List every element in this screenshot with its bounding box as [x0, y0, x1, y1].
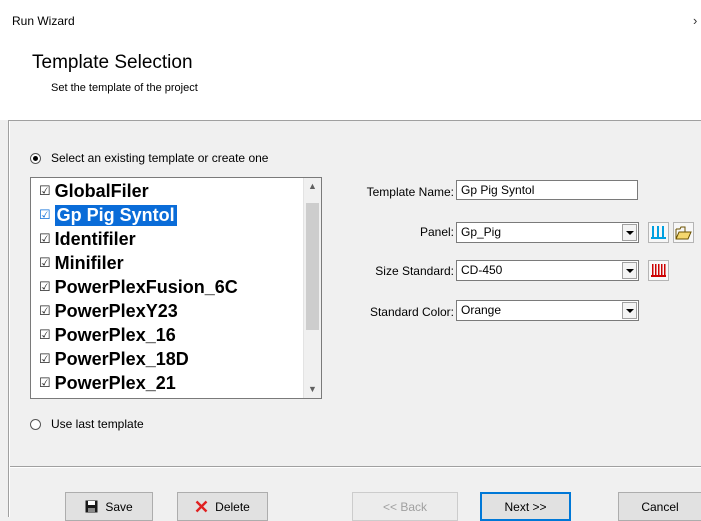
radio-last-template[interactable]: Use last template	[30, 417, 144, 431]
header-divider	[8, 120, 701, 121]
template-list[interactable]: ☑ GlobalFiler ☑ Gp Pig Syntol ☑ Identifiler ☑ M…	[30, 177, 322, 399]
template-list-item-label: PowerPlex_18D	[54, 348, 189, 369]
radio-existing-template[interactable]: Select an existing template or create on…	[30, 151, 268, 165]
checkbox-icon[interactable]: ☑	[39, 327, 51, 343]
save-button-label: Save	[105, 499, 133, 514]
template-list-item-label: PowerPlexY23	[54, 300, 178, 321]
template-list-item[interactable]: ☑ PowerPlexY23	[31, 299, 303, 323]
size-standard-select[interactable]: CD-450	[456, 260, 639, 281]
checkbox-icon[interactable]: ☑	[39, 375, 51, 391]
template-list-item-label: GlobalFiler	[54, 180, 149, 201]
chevron-down-icon[interactable]	[622, 262, 637, 279]
page-title: Template Selection	[32, 52, 193, 73]
template-list-item-label: PowerPlex_21	[54, 372, 176, 393]
open-folder-icon	[675, 226, 692, 239]
template-list-item[interactable]: ☑ PowerPlexFusion_6C	[31, 275, 303, 299]
delete-button-label: Delete	[215, 499, 250, 514]
footer-divider-highlight	[10, 467, 701, 468]
scroll-up-icon[interactable]: ▲	[304, 178, 321, 195]
template-list-item[interactable]: ☑ GlobalFiler	[31, 179, 303, 203]
size-standard-view-icon	[651, 264, 666, 277]
left-border-highlight	[9, 121, 10, 517]
template-name-input[interactable]: Gp Pig Syntol	[456, 180, 638, 200]
standard-color-select[interactable]: Orange	[456, 300, 639, 321]
chevron-down-icon[interactable]	[622, 302, 637, 319]
checkbox-icon[interactable]: ☑	[39, 207, 51, 223]
template-list-scrollbar[interactable]: ▲ ▼	[303, 178, 321, 398]
standard-color-label: Standard Color:	[369, 305, 454, 319]
template-list-item[interactable]: ☑ PowerPlex_21	[31, 371, 303, 395]
checkbox-icon[interactable]: ☑	[39, 255, 51, 271]
checkbox-icon[interactable]: ☑	[39, 279, 51, 295]
template-list-item-label: Gp Pig Syntol	[54, 204, 177, 226]
close-icon[interactable]: ›	[693, 13, 697, 28]
window-title: Run Wizard	[12, 14, 75, 28]
panel-select[interactable]: Gp_Pig	[456, 222, 639, 243]
radio-existing-label: Select an existing template or create on…	[51, 151, 269, 165]
template-list-item-label: Minifiler	[54, 252, 124, 273]
template-list-item-label: PowerPlexFusion_6C	[54, 276, 238, 297]
checkbox-icon[interactable]: ☑	[39, 231, 51, 247]
panel-view-button[interactable]	[648, 222, 669, 243]
template-list-item[interactable]: ☑ Identifiler	[31, 227, 303, 251]
size-standard-select-value: CD-450	[461, 263, 503, 277]
size-standard-view-button[interactable]	[648, 260, 669, 281]
page-subtitle: Set the template of the project	[51, 82, 198, 94]
template-list-item[interactable]: ☑ Minifiler	[31, 251, 303, 275]
wizard-header: Template Selection Set the template of t…	[0, 40, 701, 120]
back-button-label: << Back	[382, 499, 428, 514]
next-button-label: Next >>	[504, 499, 547, 514]
template-list-item-label: Identifiler	[54, 228, 136, 249]
save-icon	[85, 500, 98, 513]
standard-color-select-value: Orange	[461, 303, 502, 317]
cancel-button-label: Cancel	[641, 499, 679, 514]
template-name-label: Template Name:	[366, 185, 454, 199]
template-list-item-label: PowerPlex_16	[54, 324, 176, 345]
template-list-items: ☑ GlobalFiler ☑ Gp Pig Syntol ☑ Identifiler ☑ M…	[31, 179, 303, 395]
panel-view-icon	[651, 226, 666, 239]
radio-last-label: Use last template	[51, 417, 144, 431]
title-bar: Run Wizard ›	[0, 0, 701, 40]
panel-select-value: Gp_Pig	[461, 225, 502, 239]
template-list-item[interactable]: ☑ PowerPlex_18D	[31, 347, 303, 371]
delete-icon	[195, 500, 208, 513]
checkbox-icon[interactable]: ☑	[39, 183, 51, 199]
chevron-down-icon[interactable]	[622, 224, 637, 241]
checkbox-icon[interactable]: ☑	[39, 303, 51, 319]
panel-label: Panel:	[419, 225, 454, 239]
template-list-item[interactable]: ☑ PowerPlex_16	[31, 323, 303, 347]
open-folder-button[interactable]	[673, 222, 694, 243]
scroll-thumb[interactable]	[306, 203, 319, 330]
scroll-down-icon[interactable]: ▼	[304, 381, 321, 398]
size-standard-label: Size Standard:	[375, 264, 454, 278]
radio-existing-indicator[interactable]	[30, 152, 41, 164]
checkbox-icon[interactable]: ☑	[39, 351, 51, 367]
radio-last-indicator[interactable]	[30, 418, 41, 430]
template-list-item[interactable]: ☑ Gp Pig Syntol	[31, 203, 303, 227]
